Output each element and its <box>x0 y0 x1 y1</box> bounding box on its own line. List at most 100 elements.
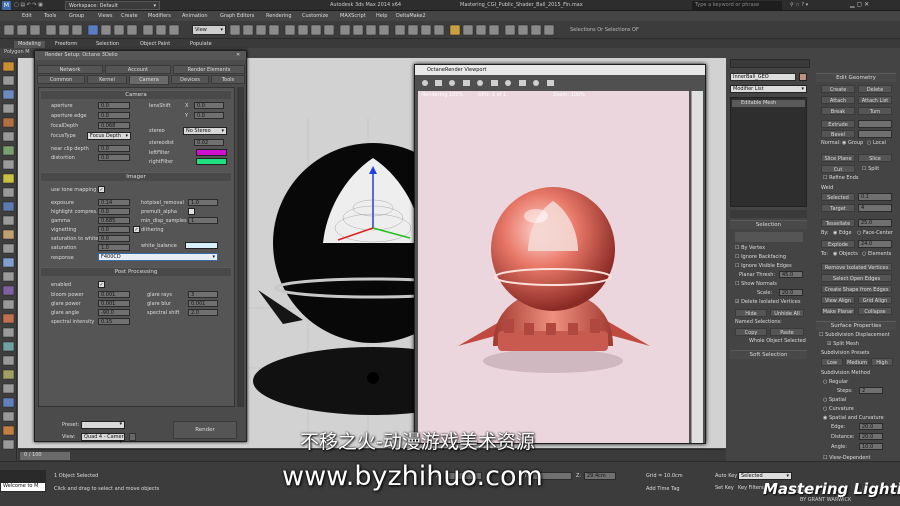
highlight-compress-field[interactable]: 0.0 <box>98 208 130 215</box>
saturation-to-white-field[interactable]: 0.0 <box>98 235 130 242</box>
menu-item-graph-editors[interactable]: Graph Editors <box>220 14 254 19</box>
create-button[interactable]: Create <box>821 85 855 93</box>
auto-key-selection-dropdown[interactable]: Selected ▾ <box>738 472 792 480</box>
hide-button[interactable]: Hide <box>735 309 767 317</box>
render-button[interactable]: Render <box>173 421 237 439</box>
delete-button[interactable]: Delete <box>858 85 892 93</box>
copy-button[interactable]: Copy <box>735 328 767 336</box>
glare-angle-field[interactable]: -90.0 <box>98 309 130 316</box>
create-shape-from-edges-button[interactable]: Create Shape from Edges <box>821 285 892 293</box>
menu-item-rendering[interactable]: Rendering <box>266 14 292 19</box>
weld-selected-button[interactable]: Selected <box>821 193 855 201</box>
regular-radio[interactable]: ○ Regular <box>823 380 848 385</box>
normal-group-radio[interactable]: ◉ Group <box>842 141 863 146</box>
extrude-field[interactable] <box>858 120 892 128</box>
set-key-button[interactable]: Set Key <box>715 486 734 491</box>
edge-value-field[interactable]: 20.0 <box>859 423 883 430</box>
tab-network[interactable]: Network <box>37 65 103 74</box>
dithering-checkbox[interactable]: ✓ <box>133 226 140 233</box>
camera-rollout-header[interactable]: Camera <box>41 90 231 99</box>
menu-item-tools[interactable]: Tools <box>44 14 56 19</box>
slice-button[interactable]: Slice <box>858 154 892 162</box>
preset-dropdown[interactable]: ▾ <box>81 421 125 429</box>
split-checkbox[interactable]: ☐ Split <box>862 167 879 172</box>
near-clip-field[interactable]: 0.0 <box>98 145 130 152</box>
viewport-label[interactable]: Polygon M <box>4 50 30 55</box>
cut-button[interactable]: Cut <box>821 165 855 173</box>
explode-field[interactable]: 24.0 <box>858 240 892 248</box>
toolbar-icons-left[interactable] <box>4 24 189 36</box>
menu-item-maxscript[interactable]: MAXScript <box>340 14 366 19</box>
modifier-stack[interactable]: Editable Mesh <box>730 97 807 207</box>
scale-field[interactable]: 20.0 <box>779 289 803 296</box>
stereo-dropdown[interactable]: No Stereo ▾ <box>183 127 227 135</box>
white-balance-swatch[interactable] <box>185 242 218 249</box>
weld-selected-field[interactable]: 0.1 <box>858 193 892 201</box>
menu-item-edit[interactable]: Edit <box>22 14 32 19</box>
post-processing-rollout-header[interactable]: Post Processing <box>41 267 231 276</box>
auto-key-button[interactable]: Auto Key <box>715 474 737 479</box>
tessellate-face-center-radio[interactable]: ○ Face-Center <box>857 231 893 236</box>
view-align-button[interactable]: View Align <box>821 296 855 304</box>
search-input[interactable]: Type a keyword or phrase <box>692 1 782 10</box>
distance-field[interactable]: 20.0 <box>859 433 883 440</box>
stack-tool-icons[interactable] <box>730 210 807 218</box>
bevel-button[interactable]: Bevel <box>821 130 855 138</box>
tab-common[interactable]: Common <box>37 75 85 84</box>
object-name-field[interactable]: InnerBall_GEO <box>730 73 796 81</box>
attach-button[interactable]: Attach <box>821 96 855 104</box>
tessellate-edge-radio[interactable]: ◉ Edge <box>833 231 852 236</box>
add-time-tag-button[interactable]: Add Time Tag <box>646 487 680 492</box>
lens-shift-x-field[interactable]: 0.0 <box>194 102 224 109</box>
octane-viewport-titlebar[interactable]: OctaneRender Viewport <box>415 65 705 75</box>
premult-alpha-checkbox[interactable] <box>188 208 195 215</box>
tessellate-button[interactable]: Tessellate <box>821 219 855 227</box>
hotpixel-removal-field[interactable]: 1.0 <box>188 199 218 206</box>
turn-button[interactable]: Turn <box>858 107 892 115</box>
curvature-radio[interactable]: ○ Curvature <box>823 407 854 412</box>
time-slider[interactable]: 0 / 100 <box>20 452 70 460</box>
enabled-checkbox[interactable]: ✓ <box>98 281 105 288</box>
spatial-and-curvature-radio[interactable]: ◉ Spatial and Curvature <box>823 416 884 421</box>
selection-level-icons[interactable] <box>735 232 803 242</box>
menu-item-deltamake[interactable]: DeltaMake2 <box>396 14 426 19</box>
stereodist-field[interactable]: 0.02 <box>194 139 224 146</box>
focal-depth-field[interactable]: 0.068 <box>98 122 130 129</box>
selection-set-label[interactable]: Selections Or Selections OF <box>570 28 639 33</box>
saturation-field[interactable]: 1.0 <box>98 244 130 251</box>
steps-field[interactable]: 2 <box>859 387 883 394</box>
close-icon[interactable]: ✕ <box>236 53 240 58</box>
render-setup-scrollbar[interactable] <box>237 87 244 407</box>
lens-shift-y-field[interactable]: 0.0 <box>194 112 224 119</box>
paste-button[interactable]: Paste <box>770 328 804 336</box>
use-tone-mapping-checkbox[interactable]: ✓ <box>98 186 105 193</box>
preset-low-button[interactable]: Low <box>821 358 843 366</box>
app-logo[interactable]: M <box>2 1 11 10</box>
left-filter-swatch[interactable] <box>196 149 227 156</box>
surface-properties-rollout-header[interactable]: Surface Properties <box>816 321 896 330</box>
view-dropdown[interactable]: Quad 4 - Camer ▾ <box>81 433 125 445</box>
menu-item-group[interactable]: Group <box>69 14 84 19</box>
delete-isolated-checkbox[interactable]: ☑ Delete Isolated Vertices <box>735 300 800 305</box>
extrude-button[interactable]: Extrude <box>821 120 855 128</box>
spectral-shift-field[interactable]: 2.0 <box>188 309 218 316</box>
aperture-field[interactable]: 0.0 <box>98 102 130 109</box>
refine-ends-checkbox[interactable]: ☐ Refine Ends <box>823 176 859 181</box>
modifier-list-dropdown[interactable]: Modifier List ▾ <box>730 85 807 93</box>
response-dropdown[interactable]: F400CD ▾ <box>98 253 218 261</box>
ignore-visible-edges-checkbox[interactable]: ☐ Ignore Visible Edges <box>735 264 792 269</box>
split-mesh-checkbox[interactable]: ☑ Split Mesh <box>827 342 859 347</box>
remove-isolated-vertices-button[interactable]: Remove Isolated Vertices <box>821 263 892 271</box>
quick-access-icons[interactable]: ▢ ▤ ↶ ↷ ▣ <box>14 3 43 8</box>
explode-objects-radio[interactable]: ◉ Objects <box>833 252 858 257</box>
tab-render-elements[interactable]: Render Elements <box>173 65 245 74</box>
toolbar-icons-right[interactable] <box>230 24 565 36</box>
angle-field[interactable]: 10.0 <box>859 443 883 450</box>
lock-icon[interactable] <box>129 433 136 441</box>
preset-medium-button[interactable]: Medium <box>845 358 869 366</box>
spatial-radio[interactable]: ○ Spatial <box>823 398 846 403</box>
selection-rollout-header[interactable]: Selection <box>730 220 807 229</box>
menu-item-help[interactable]: Help <box>376 14 387 19</box>
grid-align-button[interactable]: Grid Align <box>858 296 892 304</box>
menu-item-modifiers[interactable]: Modifiers <box>148 14 171 19</box>
